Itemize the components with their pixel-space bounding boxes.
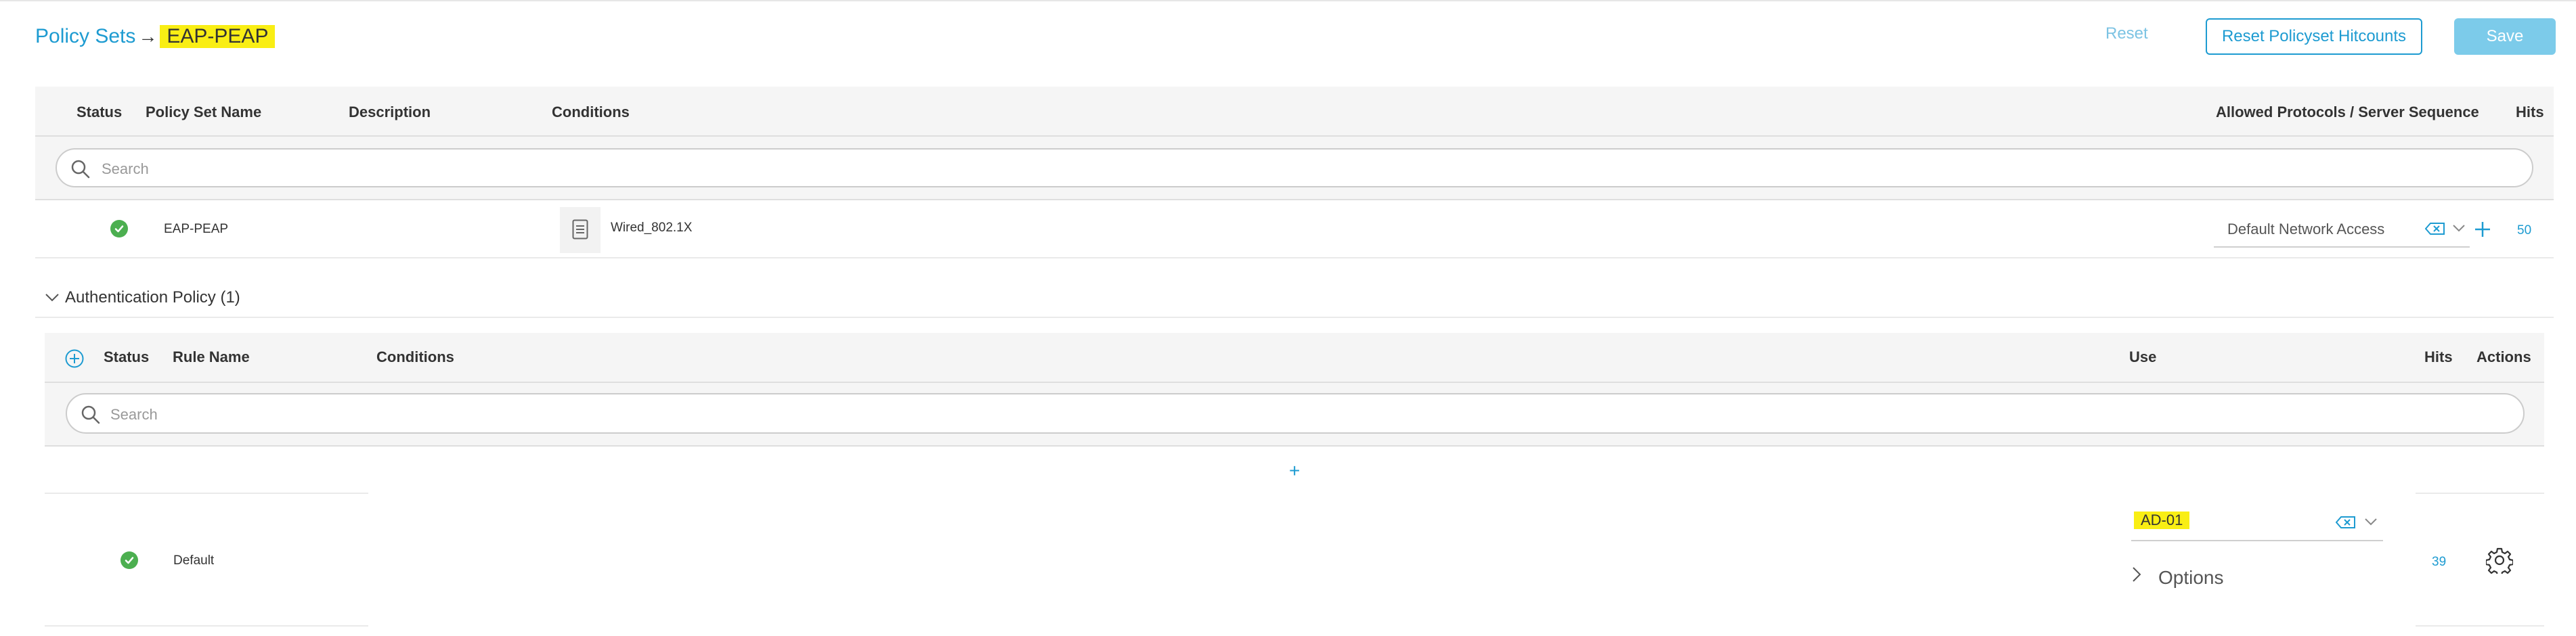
clear-icon[interactable] <box>2336 516 2356 529</box>
search-icon <box>81 405 100 424</box>
reset-button[interactable]: Reset <box>2105 24 2148 43</box>
policy-set-name[interactable]: EAP-PEAP <box>164 222 228 237</box>
use-identity-value: AD-01 <box>2134 512 2190 529</box>
authentication-policy-title[interactable]: Authentication Policy (1) <box>65 288 240 307</box>
chevron-down-icon[interactable] <box>2364 517 2378 526</box>
col-hits: Hits <box>2424 348 2453 365</box>
policy-set-hits[interactable]: 50 <box>2517 223 2531 238</box>
rule-name[interactable]: Default <box>173 553 214 568</box>
col-status: Status <box>77 104 123 120</box>
col-use: Use <box>2129 348 2157 365</box>
chevron-down-icon[interactable] <box>2452 223 2466 233</box>
use-identity-select[interactable]: AD-01 <box>2131 509 2383 541</box>
col-hits: Hits <box>2516 104 2544 120</box>
status-enabled-icon <box>110 220 128 237</box>
row-top-divider <box>45 493 368 494</box>
condition-name[interactable]: Wired_802.1X <box>611 221 692 235</box>
section-divider <box>35 317 2554 318</box>
gear-icon[interactable] <box>2486 547 2513 574</box>
col-conditions: Conditions <box>552 104 630 120</box>
policy-sets-search[interactable]: Search <box>56 148 2533 187</box>
add-protocol-icon[interactable] <box>2473 220 2492 239</box>
col-status: Status <box>104 348 150 365</box>
chevron-down-icon[interactable] <box>45 292 60 303</box>
reset-policyset-hitcounts-button[interactable]: Reset Policyset Hitcounts <box>2206 18 2422 55</box>
search-icon <box>71 160 90 179</box>
row-bottom-divider-right <box>2416 625 2544 627</box>
row-divider <box>35 257 2554 258</box>
col-actions: Actions <box>2476 348 2531 365</box>
col-description: Description <box>349 104 431 120</box>
search-placeholder: Search <box>102 160 149 177</box>
breadcrumb: Policy Sets → EAP-PEAP <box>35 20 276 53</box>
allowed-protocol-select[interactable]: Default Network Access <box>2214 211 2470 248</box>
add-rule-icon[interactable] <box>64 348 85 369</box>
breadcrumb-policy-sets-link[interactable]: Policy Sets <box>35 25 135 48</box>
clear-icon[interactable] <box>2425 222 2445 235</box>
col-allowed-protocols: Allowed Protocols / Server Sequence <box>2216 104 2479 120</box>
condition-document-icon[interactable] <box>572 219 588 240</box>
allowed-protocol-value: Default Network Access <box>2227 221 2385 237</box>
breadcrumb-arrow: → <box>138 26 158 47</box>
add-rule-plus[interactable]: + <box>1289 460 1300 482</box>
row-top-divider-right <box>2416 493 2544 494</box>
auth-policy-search[interactable]: Search <box>66 393 2525 434</box>
search-placeholder: Search <box>110 406 158 423</box>
status-enabled-icon <box>121 551 138 569</box>
save-button[interactable]: Save <box>2454 18 2556 55</box>
top-border <box>0 0 2576 1</box>
col-policy-set-name: Policy Set Name <box>146 104 262 120</box>
rule-hits[interactable]: 39 <box>2432 555 2446 570</box>
chevron-right-icon[interactable] <box>2131 566 2142 583</box>
col-rule-name: Rule Name <box>173 348 250 365</box>
row-bottom-divider <box>45 625 368 627</box>
options-toggle[interactable]: Options <box>2158 567 2224 589</box>
col-conditions: Conditions <box>376 348 454 365</box>
breadcrumb-current: EAP-PEAP <box>160 25 276 48</box>
